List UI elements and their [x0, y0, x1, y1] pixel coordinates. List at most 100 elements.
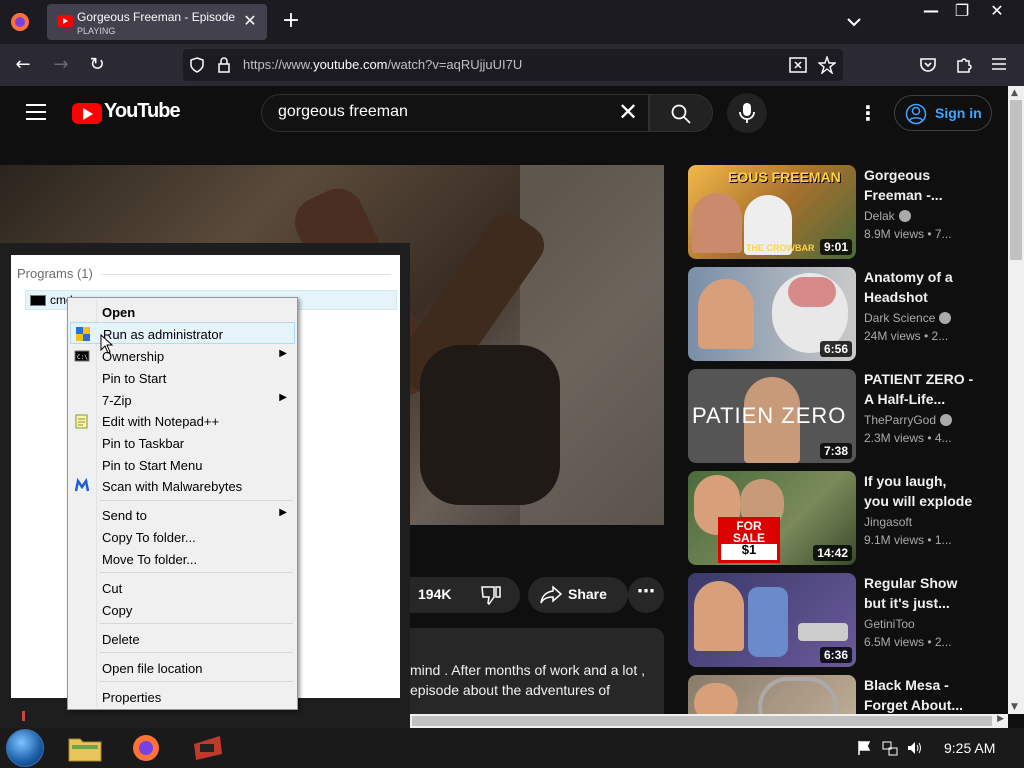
- picture-in-picture-icon[interactable]: [789, 57, 807, 73]
- video-title[interactable]: If you laugh, you will explode: [864, 471, 974, 511]
- browser-tab[interactable]: Gorgeous Freeman - Episode 1 PLAYING ✕: [47, 4, 267, 40]
- video-title[interactable]: Regular Show but it's just...: [864, 573, 974, 613]
- sign-in-button[interactable]: Sign in: [894, 95, 992, 131]
- video-thumbnail[interactable]: 6:56: [688, 267, 856, 361]
- video-title[interactable]: PATIENT ZERO - A Half-Life...: [864, 369, 974, 409]
- channel-name[interactable]: Delak: [864, 209, 911, 223]
- menu-item-move-to-folder[interactable]: Move To folder...: [70, 548, 295, 570]
- thumbnail-text: $1: [741, 542, 757, 557]
- list-all-tabs-button[interactable]: [842, 10, 866, 34]
- channel-name[interactable]: Dark Science: [864, 311, 952, 325]
- network-icon[interactable]: [882, 740, 898, 756]
- menu-item-send-to[interactable]: Send to ▶: [70, 504, 295, 526]
- taskbar-app[interactable]: [182, 730, 236, 766]
- restore-window-button[interactable]: ❐: [945, 0, 979, 24]
- more-actions-icon[interactable]: ⋯: [628, 577, 664, 613]
- reload-icon[interactable]: ↻: [86, 54, 108, 76]
- horizontal-scrollbar[interactable]: ▶: [410, 714, 1008, 728]
- scrollbar-thumb[interactable]: [1010, 100, 1022, 260]
- recommended-video[interactable]: Black Mesa - Forget About...: [688, 675, 988, 714]
- vertical-scrollbar[interactable]: ▲ ▼: [1008, 86, 1024, 714]
- share-button[interactable]: Share: [528, 577, 628, 613]
- video-meta: 8.9M views • 7...: [864, 227, 952, 241]
- scroll-right-icon[interactable]: ▶: [997, 714, 1004, 724]
- video-title[interactable]: Anatomy of a Headshot: [864, 267, 974, 307]
- menu-item-open[interactable]: Open: [70, 301, 295, 323]
- menu-item-scan-with-malwarebytes[interactable]: Scan with Malwarebytes: [70, 475, 295, 497]
- hamburger-menu-icon[interactable]: [990, 56, 1008, 72]
- context-menu: Open Run as administrator C:\ Ownership ▶…: [67, 297, 298, 710]
- forward-arrow-icon[interactable]: →: [50, 54, 72, 76]
- firefox-icon[interactable]: [8, 10, 32, 34]
- search-input[interactable]: [278, 103, 598, 121]
- bookmark-star-icon[interactable]: [818, 56, 836, 74]
- search-button[interactable]: [649, 94, 713, 132]
- verified-check-icon: [898, 210, 911, 222]
- menu-item-cut[interactable]: Cut: [70, 577, 295, 599]
- url-text[interactable]: https://www.youtube.com/watch?v=aqRUjjuU…: [243, 57, 522, 72]
- recommended-video[interactable]: PATIEN ZERO 7:38 PATIENT ZERO - A Half-L…: [688, 369, 988, 463]
- video-description[interactable]: mind . After months of work and a lot , …: [400, 628, 664, 714]
- recommended-video[interactable]: 6:36 Regular Show but it's just... Getin…: [688, 573, 988, 667]
- video-thumbnail[interactable]: FOR SALE $1 14:42: [688, 471, 856, 565]
- taskbar-file-explorer[interactable]: [58, 730, 112, 766]
- menu-item-pin-to-start[interactable]: Pin to Start: [70, 367, 295, 389]
- menu-item-pin-to-start-menu[interactable]: Pin to Start Menu: [70, 454, 295, 476]
- description-text: mind . After months of work and a lot , …: [410, 662, 645, 698]
- youtube-logo-icon[interactable]: [72, 103, 102, 124]
- see-more-results-icon[interactable]: [20, 707, 34, 721]
- video-thumbnail[interactable]: 6:36: [688, 573, 856, 667]
- recommended-video[interactable]: 6:56 Anatomy of a Headshot Dark Science …: [688, 267, 988, 361]
- taskbar-clock[interactable]: 9:25 AM: [944, 740, 995, 756]
- channel-name[interactable]: TheParryGod: [864, 413, 953, 427]
- menu-item-edit-with-notepadpp[interactable]: Edit with Notepad++: [70, 410, 295, 432]
- video-thumbnail[interactable]: EOUS FREEMAN THE CROWBAR 9:01: [688, 165, 856, 259]
- divider: [101, 274, 391, 275]
- extensions-puzzle-icon[interactable]: [954, 55, 974, 75]
- pocket-icon[interactable]: [918, 55, 938, 75]
- back-arrow-icon[interactable]: ←: [12, 54, 34, 76]
- minimize-window-button[interactable]: —: [914, 0, 948, 24]
- close-window-button[interactable]: ✕: [980, 0, 1014, 24]
- menu-item-copy-to-folder[interactable]: Copy To folder...: [70, 526, 295, 548]
- action-center-flag-icon[interactable]: [856, 740, 872, 756]
- lock-icon[interactable]: [217, 57, 231, 73]
- voice-search-button[interactable]: [727, 93, 767, 133]
- menu-item-properties[interactable]: Properties: [70, 686, 295, 708]
- programs-heading: Programs (1): [17, 266, 93, 281]
- url-bar[interactable]: https://www.youtube.com/watch?v=aqRUjjuU…: [183, 49, 843, 81]
- menu-item-7zip[interactable]: 7-Zip ▶: [70, 389, 295, 411]
- recommended-video[interactable]: EOUS FREEMAN THE CROWBAR 9:01 Gorgeous F…: [688, 165, 988, 259]
- menu-item-delete[interactable]: Delete: [70, 628, 295, 650]
- video-thumbnail[interactable]: PATIEN ZERO 7:38: [688, 369, 856, 463]
- search-box[interactable]: ✕: [261, 94, 649, 132]
- menu-item-pin-to-taskbar[interactable]: Pin to Taskbar: [70, 432, 295, 454]
- clear-search-icon[interactable]: ✕: [616, 100, 640, 125]
- video-title[interactable]: Gorgeous Freeman -...: [864, 165, 974, 205]
- video-meta: 2.3M views • 4...: [864, 431, 952, 445]
- scrollbar-thumb[interactable]: [412, 716, 992, 726]
- video-duration: 6:56: [819, 341, 852, 357]
- menu-item-open-file-location[interactable]: Open file location: [70, 657, 295, 679]
- menu-item-copy[interactable]: Copy: [70, 599, 295, 621]
- like-dislike-button[interactable]: 194K: [410, 577, 520, 613]
- tracking-shield-icon[interactable]: [189, 57, 205, 73]
- taskbar-firefox[interactable]: [120, 730, 174, 766]
- video-thumbnail[interactable]: [688, 675, 856, 714]
- volume-icon[interactable]: [906, 740, 922, 756]
- guide-menu-icon[interactable]: [26, 104, 46, 120]
- youtube-logo-text[interactable]: YouTube: [104, 100, 181, 123]
- channel-name[interactable]: Jingasoft: [864, 515, 912, 529]
- channel-name[interactable]: GetiniToo: [864, 617, 915, 631]
- close-tab-icon[interactable]: ✕: [241, 12, 259, 30]
- new-tab-button[interactable]: +: [280, 10, 302, 32]
- dislike-icon[interactable]: [480, 585, 502, 605]
- notepadpp-icon: [75, 414, 88, 429]
- scroll-up-icon[interactable]: ▲: [1011, 88, 1018, 98]
- submenu-arrow-icon: ▶: [279, 348, 287, 359]
- settings-more-icon[interactable]: ⋮: [858, 102, 878, 126]
- video-title[interactable]: Black Mesa - Forget About...: [864, 675, 974, 714]
- scroll-down-icon[interactable]: ▼: [1011, 702, 1018, 712]
- start-button[interactable]: [6, 729, 44, 767]
- recommended-video[interactable]: FOR SALE $1 14:42 If you laugh, you will…: [688, 471, 988, 565]
